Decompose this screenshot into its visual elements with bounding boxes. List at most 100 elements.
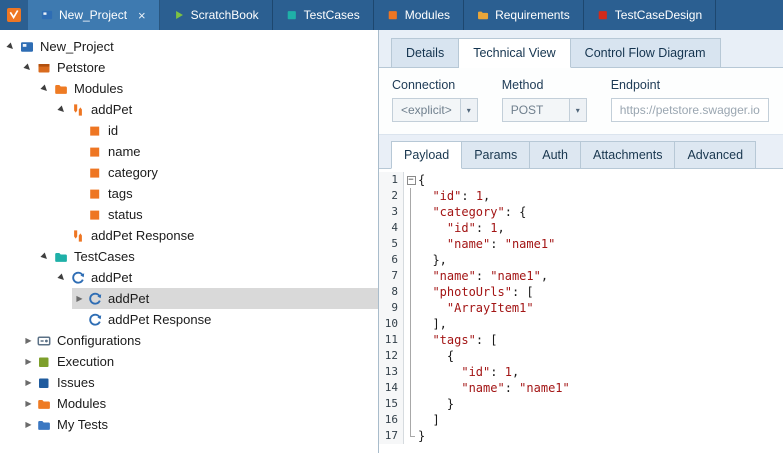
view-tab-control-flow-diagram[interactable]: Control Flow Diagram [571, 38, 721, 68]
expander-closed-icon[interactable]: ▶ [21, 420, 36, 429]
tree-item-addpet[interactable]: ▶addPet [55, 267, 378, 288]
chevron-down-icon[interactable]: ▾ [570, 98, 587, 122]
code-line[interactable]: 12 { [379, 348, 783, 364]
tree-item-tags[interactable]: tags [72, 183, 378, 204]
method-select[interactable]: POST ▾ [502, 98, 587, 122]
close-icon[interactable]: × [138, 9, 146, 22]
expander-closed-icon[interactable]: ▶ [21, 378, 36, 387]
expander-closed-icon[interactable]: ▶ [21, 399, 36, 408]
app-logo-icon[interactable] [0, 0, 28, 30]
tree-item-issues[interactable]: ▶Issues [21, 372, 378, 393]
code-line[interactable]: 9 "ArrayItem1" [379, 300, 783, 316]
payload-tab-payload[interactable]: Payload [391, 141, 462, 169]
tree-item-addpet-response[interactable]: addPet Response [55, 225, 378, 246]
payload-tab-params[interactable]: Params [462, 141, 530, 169]
tree-item-my-tests[interactable]: ▶My Tests [21, 414, 378, 435]
code-line[interactable]: 7 "name": "name1", [379, 268, 783, 284]
fold-guide [404, 348, 418, 364]
tree-item-testcases[interactable]: ▶TestCases [38, 246, 378, 267]
expander-open-icon[interactable]: ▶ [38, 252, 53, 261]
detail-panel: DetailsTechnical ViewControl Flow Diagra… [378, 30, 783, 453]
line-number: 2 [379, 188, 404, 204]
expander-closed-icon[interactable]: ▶ [72, 294, 87, 303]
line-number: 15 [379, 396, 404, 412]
tree-item-execution[interactable]: ▶Execution [21, 351, 378, 372]
fold-toggle-icon[interactable]: − [404, 172, 418, 188]
tree-item-name[interactable]: name [72, 141, 378, 162]
endpoint-field[interactable]: https://petstore.swagger.io [611, 98, 769, 122]
code-line[interactable]: 10 ], [379, 316, 783, 332]
payload-tab-advanced[interactable]: Advanced [675, 141, 756, 169]
fold-guide [404, 284, 418, 300]
petstore-icon [36, 60, 52, 76]
tree-item-addpet[interactable]: ▶addPet [72, 288, 378, 309]
expander-open-icon[interactable]: ▶ [21, 63, 36, 72]
expander-open-icon[interactable]: ▶ [55, 105, 70, 114]
view-tab-details[interactable]: Details [391, 38, 459, 68]
tab-testcases[interactable]: TestCases [273, 0, 374, 30]
tab-scratchbook[interactable]: ScratchBook [160, 0, 273, 30]
code-line[interactable]: 13 "id": 1, [379, 364, 783, 380]
code-line[interactable]: 14 "name": "name1" [379, 380, 783, 396]
tree-item-category[interactable]: category [72, 162, 378, 183]
fold-guide [404, 188, 418, 204]
code-line[interactable]: 17} [379, 428, 783, 444]
connection-value: <explicit> [392, 98, 461, 122]
tree-item-addpet[interactable]: ▶addPet [55, 99, 378, 120]
expander-closed-icon[interactable]: ▶ [21, 336, 36, 345]
expander-closed-icon[interactable]: ▶ [21, 357, 36, 366]
expander-open-icon[interactable]: ▶ [4, 42, 19, 51]
fold-guide [404, 412, 418, 428]
tree-item-addpet-response[interactable]: addPet Response [72, 309, 378, 330]
code-line[interactable]: 15 } [379, 396, 783, 412]
code-line[interactable]: 8 "photoUrls": [ [379, 284, 783, 300]
expander-open-icon[interactable]: ▶ [55, 273, 70, 282]
tree-item-status[interactable]: status [72, 204, 378, 225]
tree-item-id[interactable]: id [72, 120, 378, 141]
code-line[interactable]: 5 "name": "name1" [379, 236, 783, 252]
chevron-down-icon[interactable]: ▾ [461, 98, 478, 122]
fold-guide [404, 300, 418, 316]
tab-label: Requirements [495, 8, 570, 22]
payload-tab-auth[interactable]: Auth [530, 141, 581, 169]
tab-label: ScratchBook [191, 8, 259, 22]
field-icon [87, 207, 103, 223]
tree-item-modules[interactable]: ▶Modules [38, 78, 378, 99]
tree-item-configurations[interactable]: ▶Configurations [21, 330, 378, 351]
tree-item-label: Petstore [57, 60, 105, 75]
tree-item-label: New_Project [40, 39, 114, 54]
code-line[interactable]: 16 ] [379, 412, 783, 428]
view-tab-technical-view[interactable]: Technical View [459, 38, 570, 68]
expander-open-icon[interactable]: ▶ [38, 84, 53, 93]
line-number: 8 [379, 284, 404, 300]
payload-tab-attachments[interactable]: Attachments [581, 141, 675, 169]
tree-item-modules[interactable]: ▶ Modules [21, 393, 378, 414]
project-icon [41, 9, 53, 21]
code-line[interactable]: 4 "id": 1, [379, 220, 783, 236]
project-icon [19, 39, 35, 55]
teal-square-icon [286, 9, 298, 21]
execution-icon [36, 354, 52, 370]
endpoint-group: Endpoint https://petstore.swagger.io [611, 78, 769, 122]
field-icon [87, 165, 103, 181]
tab-testcasedesign[interactable]: TestCaseDesign [584, 0, 716, 30]
tab-new-project[interactable]: New_Project× [28, 0, 160, 30]
tab-requirements[interactable]: Requirements [464, 0, 584, 30]
code-line[interactable]: 6 }, [379, 252, 783, 268]
folder-teal-icon [53, 249, 69, 265]
tree-item-label: Modules [57, 396, 106, 411]
code-line[interactable]: 11 "tags": [ [379, 332, 783, 348]
tree-item-petstore[interactable]: ▶ Petstore [21, 57, 378, 78]
tree-item-label: id [108, 123, 118, 138]
code-editor[interactable]: 1−{2 "id": 1,3 "category": {4 "id": 1,5 … [379, 169, 783, 453]
line-number: 1 [379, 172, 404, 188]
fold-guide [404, 220, 418, 236]
code-line[interactable]: 3 "category": { [379, 204, 783, 220]
tab-label: TestCases [304, 8, 360, 22]
connection-select[interactable]: <explicit> ▾ [392, 98, 478, 122]
tab-modules[interactable]: Modules [374, 0, 464, 30]
code-line[interactable]: 1−{ [379, 172, 783, 188]
code-line[interactable]: 2 "id": 1, [379, 188, 783, 204]
tree-item-new-project[interactable]: ▶ New_Project [4, 36, 378, 57]
tree-item-label: addPet Response [91, 228, 194, 243]
